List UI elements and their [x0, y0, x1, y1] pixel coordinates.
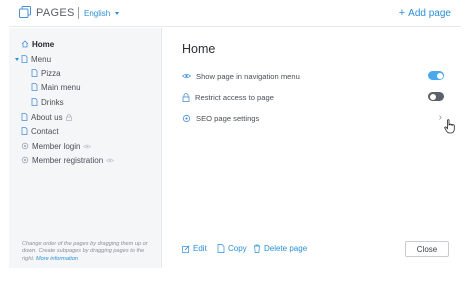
sidebar-item-home[interactable]: Home	[21, 38, 54, 50]
close-button[interactable]: Close	[405, 241, 449, 257]
sidebar-item-about-us[interactable]: About us	[21, 111, 75, 123]
trash-icon	[253, 244, 261, 253]
page-title: Home	[182, 42, 216, 56]
sidebar-item-label: About us	[31, 112, 63, 122]
chevron-down-icon[interactable]	[115, 12, 119, 15]
page-icon	[21, 127, 28, 135]
title-divider	[78, 7, 79, 19]
delete-page-button[interactable]: Delete page	[253, 244, 307, 253]
page-icon	[21, 113, 28, 121]
toggle-knob	[429, 93, 436, 100]
sidebar-item-menu[interactable]: Menu	[15, 53, 52, 65]
pages-dialog: PAGES English +Add page Home Menu Pizza	[9, 0, 461, 268]
sidebar-item-contact[interactable]: Contact	[21, 125, 59, 137]
header: PAGES English + Add page	[9, 0, 461, 27]
setting-label: SEO page settings	[196, 113, 260, 123]
sidebar-item-label: Home	[32, 39, 55, 49]
sidebar-item-pizza[interactable]: Pizza	[31, 67, 61, 79]
gear-icon	[21, 142, 29, 150]
copy-button[interactable]: Copy	[217, 244, 247, 253]
page-settings-panel: Home Show page in navigation menu Restri…	[162, 28, 461, 268]
add-page-button[interactable]: + Add page	[399, 7, 451, 19]
chevron-right-icon[interactable]: ›	[439, 112, 442, 123]
gear-icon	[182, 114, 191, 122]
edit-icon	[182, 244, 190, 253]
setting-restrict-access: Restrict access to page	[182, 91, 444, 103]
page-icon	[21, 55, 28, 63]
page-icon	[31, 69, 38, 77]
copy-label: Copy	[228, 244, 247, 253]
add-page-label: Add page	[408, 8, 451, 19]
restrict-access-toggle[interactable]	[428, 92, 444, 101]
home-icon	[21, 40, 29, 48]
sidebar-item-label: Contact	[31, 126, 59, 136]
eye-icon	[106, 158, 117, 163]
sidebar-item-label: Member registration	[32, 155, 104, 165]
show-in-navigation-toggle[interactable]	[428, 71, 444, 80]
page-icon	[31, 83, 38, 91]
setting-seo[interactable]: SEO page settings ›	[182, 112, 444, 124]
sidebar-item-label: Member login	[32, 141, 81, 151]
sidebar-item-label: Pizza	[41, 68, 61, 78]
panel-footer: Edit Copy Delete page Close	[162, 240, 461, 268]
language-selector[interactable]: English	[84, 9, 110, 18]
lock-icon	[65, 113, 75, 121]
app-title: PAGES	[36, 7, 75, 19]
gear-icon	[21, 156, 29, 164]
copy-icon	[217, 244, 225, 253]
page-icon	[31, 98, 38, 106]
eye-icon	[182, 73, 191, 79]
plus-icon: +	[398, 7, 406, 19]
sidebar-item-member-login[interactable]: Member login	[21, 140, 94, 152]
toggle-knob	[436, 72, 443, 79]
sidebar-item-drinks[interactable]: Drinks	[31, 96, 64, 108]
sidebar-item-member-registration[interactable]: Member registration	[21, 154, 117, 166]
more-information-link[interactable]: More information	[36, 256, 78, 262]
sidebar-item-label: Drinks	[41, 97, 64, 107]
page-tree-sidebar: Home Menu Pizza Main menu Drinks About u…	[9, 28, 162, 268]
chevron-down-icon[interactable]	[15, 58, 19, 61]
lock-icon	[182, 92, 190, 102]
edit-button[interactable]: Edit	[182, 244, 207, 253]
setting-show-in-navigation: Show page in navigation menu	[182, 70, 444, 82]
pages-logo-icon	[19, 6, 31, 18]
reorder-help-text: Change order of the pages by dragging th…	[22, 241, 154, 263]
delete-page-label: Delete page	[264, 244, 308, 253]
edit-label: Edit	[193, 244, 207, 253]
sidebar-item-label: Main menu	[41, 82, 81, 92]
setting-label: Restrict access to page	[195, 92, 274, 102]
sidebar-item-main-menu[interactable]: Main menu	[31, 81, 81, 93]
eye-icon	[83, 144, 94, 149]
setting-label: Show page in navigation menu	[196, 71, 300, 81]
hand-cursor-icon	[444, 119, 455, 134]
sidebar-item-label: Menu	[31, 54, 52, 64]
